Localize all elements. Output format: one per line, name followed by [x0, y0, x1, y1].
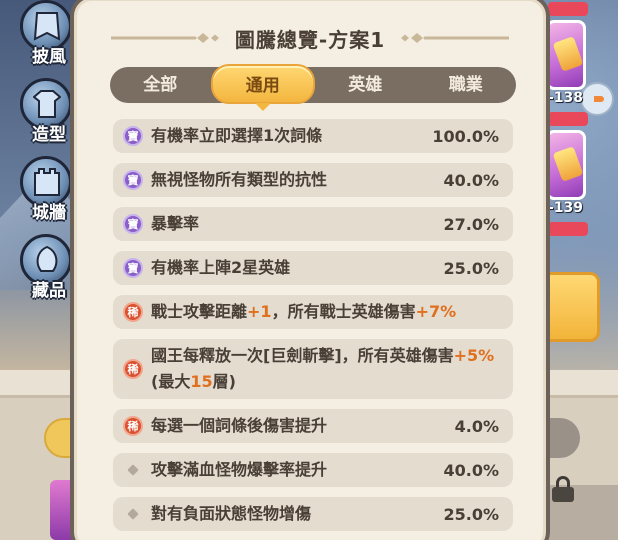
right-card-number: -139	[548, 200, 584, 216]
rare-badge-icon: 稀	[123, 302, 143, 322]
row-value: 27.0%	[443, 214, 499, 234]
diamond-bullet-icon	[127, 508, 139, 520]
row-text: 無視怪物所有類型的抗性	[151, 170, 328, 189]
right-card-1[interactable]	[546, 20, 586, 90]
rare-badge-icon: 稀	[123, 416, 143, 436]
treasure-badge-icon: 寶	[123, 170, 143, 190]
tab-bar: 全部 通用 英雄 職業	[110, 64, 517, 111]
list-item[interactable]: 寶 有機率立即選擇1次詞條 100.0%	[113, 119, 513, 153]
row-value: 4.0%	[454, 416, 499, 436]
tab-class[interactable]: 職業	[416, 67, 517, 103]
tab-all[interactable]: 全部	[110, 67, 211, 103]
row-text: 有機率立即選擇1次詞條	[151, 126, 323, 145]
rare-badge-icon: 稀	[123, 359, 143, 379]
sidebar-item-outfit[interactable]: 造型	[18, 78, 78, 150]
list-item[interactable]: 稀 每選一個詞條後傷害提升 4.0%	[113, 409, 513, 443]
row-text: 對有負面狀態怪物增傷	[151, 504, 312, 523]
treasure-badge-icon: 寶	[123, 214, 143, 234]
gem-icon	[552, 36, 584, 72]
row-text: 每選一個詞條後傷害提升	[151, 416, 328, 435]
sidebar-item-label: 披風	[32, 47, 66, 67]
list-item[interactable]: 稀 國王每釋放一次[巨劍斬擊]，所有英雄傷害+5%(最大15層)	[113, 339, 513, 399]
sidebar-item-label: 藏品	[32, 281, 66, 301]
row-text: 戰士攻擊距離+1，所有戰士英雄傷害+7%	[151, 302, 457, 321]
list-item[interactable]: 寶 暴擊率 27.0%	[113, 207, 513, 241]
row-text: 國王每釋放一次[巨劍斬擊]，所有英雄傷害+5%(最大15層)	[151, 346, 495, 391]
row-value: 40.0%	[443, 170, 499, 190]
panel-title: 圖騰總覽-方案1	[234, 27, 386, 52]
row-value: 40.0%	[443, 460, 499, 480]
treasure-badge-icon: 寶	[123, 258, 143, 278]
list-item[interactable]: 稀 戰士攻擊距離+1，所有戰士英雄傷害+7%	[113, 295, 513, 329]
tab-general[interactable]: 通用	[210, 64, 315, 111]
list-item[interactable]: 攻擊滿血怪物爆擊率提升 40.0%	[113, 453, 513, 487]
list-item[interactable]: 寶 有機率上陣2星英雄 25.0%	[113, 251, 513, 285]
sidebar: 披風 造型 城牆 藏品	[0, 0, 80, 310]
list-item[interactable]: 寶 無視怪物所有類型的抗性 40.0%	[113, 163, 513, 197]
right-card-tag	[548, 222, 588, 236]
row-text: 攻擊滿血怪物爆擊率提升	[151, 460, 328, 479]
right-card-tag	[548, 2, 588, 16]
lock-icon	[552, 476, 574, 502]
sidebar-item-collection[interactable]: 藏品	[18, 234, 78, 306]
title-ornament-left-icon	[110, 31, 221, 45]
gem-icon	[552, 146, 584, 182]
title-row: 圖騰總覽-方案1	[77, 21, 543, 55]
sidebar-item-cape[interactable]: 披風	[18, 0, 78, 72]
treasure-badge-icon: 寶	[123, 126, 143, 146]
diamond-bullet-icon	[127, 464, 139, 476]
right-card-tag	[548, 112, 588, 126]
row-text: 暴擊率	[151, 214, 200, 233]
title-ornament-right-icon	[399, 31, 510, 45]
right-card-2[interactable]	[546, 130, 586, 200]
right-card-number: -138	[548, 90, 584, 106]
row-text: 有機率上陣2星英雄	[151, 258, 291, 277]
sidebar-item-label: 造型	[32, 125, 66, 145]
sidebar-item-wall[interactable]: 城牆	[18, 156, 78, 228]
tab-hero[interactable]: 英雄	[315, 67, 416, 103]
row-value: 100.0%	[432, 126, 499, 146]
sidebar-item-label: 城牆	[32, 203, 66, 223]
row-value: 25.0%	[443, 504, 499, 524]
totem-overview-panel: 圖騰總覽-方案1 全部 通用 英雄 職業 寶 有機率立即選擇1次詞條 100.0…	[70, 0, 550, 540]
list-item[interactable]: 對有負面狀態怪物增傷 25.0%	[113, 497, 513, 531]
row-value: 25.0%	[443, 258, 499, 278]
